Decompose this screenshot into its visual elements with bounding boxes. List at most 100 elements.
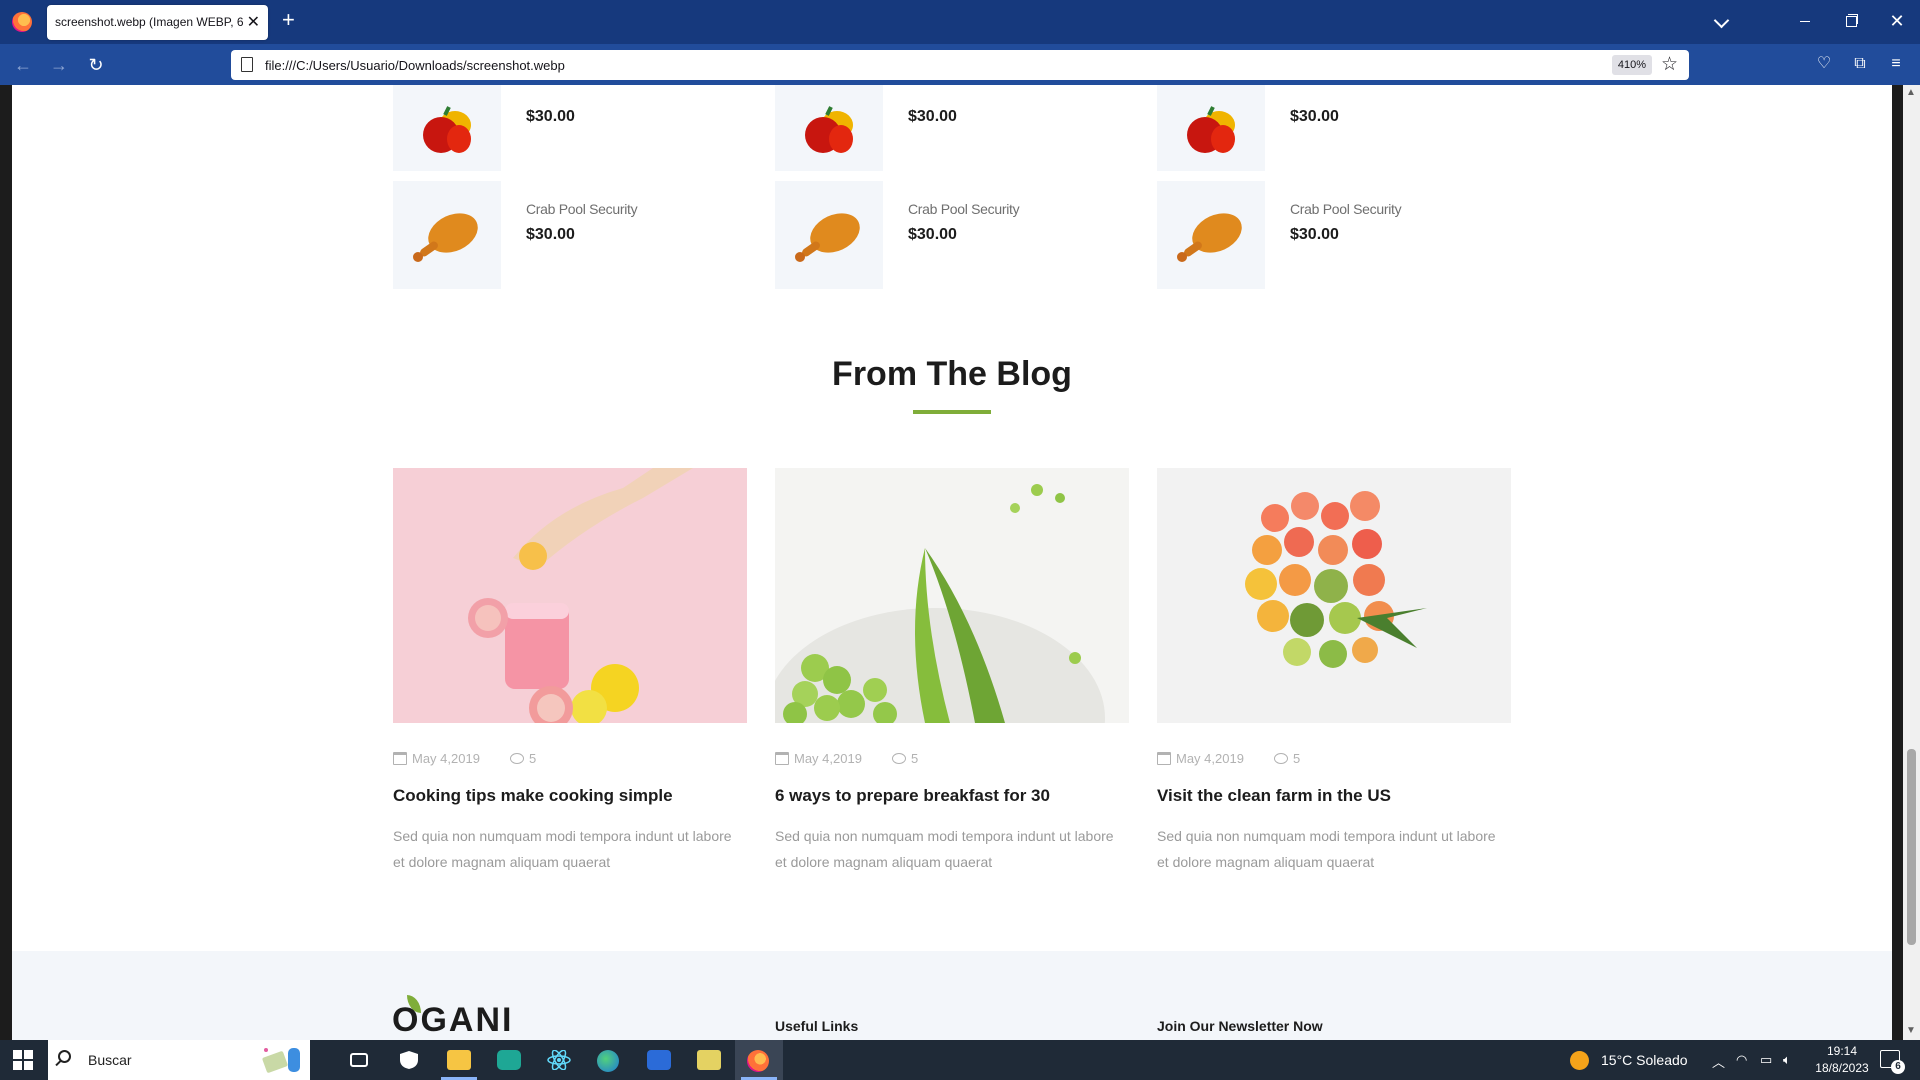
calendar-icon [393, 752, 407, 765]
page-viewport: $30.00 $30.00 $30.00 Crab Pool Security … [0, 85, 1920, 1040]
vertical-scrollbar[interactable]: ▲ ▼ [1903, 85, 1920, 1040]
blog-post-card[interactable]: May 4,2019 5 6 ways to prepare breakfast… [775, 468, 1129, 870]
product-item[interactable]: Crab Pool Security $30.00 [1157, 181, 1537, 291]
windows-start-icon[interactable] [13, 1050, 33, 1070]
blog-post-title[interactable]: Visit the clean farm in the US [1157, 786, 1517, 806]
forward-arrow-icon[interactable]: → [48, 54, 70, 76]
file-explorer-icon[interactable] [435, 1040, 483, 1080]
windows-taskbar: Buscar 15°C Soleado ︿ ◠ ▭ 🔈︎ 19:14 18/8/… [0, 1040, 1920, 1080]
window-close-button[interactable]: ✕ [1874, 10, 1920, 34]
taskbar-search-box[interactable]: Buscar [48, 1040, 310, 1080]
product-price: $30.00 [908, 226, 957, 243]
product-name[interactable]: Crab Pool Security [1290, 201, 1402, 217]
react-atom-icon[interactable] [535, 1040, 583, 1080]
bell-pepper-icon [1187, 106, 1235, 153]
blog-post-image-citrus-slices[interactable] [1157, 468, 1511, 723]
back-arrow-icon[interactable]: ← [12, 54, 34, 76]
tray-expand-chevron-icon[interactable]: ︿ [1712, 1052, 1725, 1071]
webpage-content: $30.00 $30.00 $30.00 Crab Pool Security … [12, 85, 1892, 1040]
scroll-up-arrow-icon[interactable]: ▲ [1906, 87, 1916, 98]
clock-date[interactable]: 18/8/2023 [1806, 1061, 1878, 1075]
hamburger-menu-icon[interactable]: ≡ [1884, 52, 1908, 76]
scroll-down-arrow-icon[interactable]: ▼ [1906, 1025, 1916, 1036]
weather-status[interactable]: 15°C Soleado [1601, 1052, 1688, 1068]
heading-underline [913, 410, 991, 414]
footer-newsletter-heading: Join Our Newsletter Now [1157, 1018, 1323, 1034]
new-tab-button[interactable]: + [282, 9, 295, 31]
calendar-icon [1157, 752, 1171, 765]
url-text[interactable]: file:///C:/Users/Usuario/Downloads/scree… [265, 58, 565, 73]
vscode-purple-app-icon[interactable] [485, 1040, 533, 1080]
remote-desktop-icon[interactable] [635, 1040, 683, 1080]
blog-post-image-pink-drink[interactable] [393, 468, 747, 723]
zoom-level-badge[interactable]: 410% [1612, 55, 1652, 75]
product-name[interactable]: Crab Pool Security [908, 201, 1020, 217]
list-all-tabs-chevron-icon[interactable] [1712, 12, 1732, 32]
product-name[interactable]: Crab Pool Security [526, 201, 638, 217]
blog-post-card[interactable]: May 4,2019 5 Cooking tips make cooking s… [393, 468, 747, 870]
scrollbar-thumb[interactable] [1907, 749, 1916, 945]
product-item[interactable]: $30.00 [775, 85, 1155, 173]
reload-icon[interactable]: ↻ [85, 54, 107, 76]
extensions-icon[interactable]: ⧉ [1848, 52, 1872, 76]
product-image [393, 181, 501, 289]
blog-section-heading: From The Blog [832, 355, 1072, 393]
comment-icon [892, 753, 906, 764]
firefox-taskbar-icon[interactable] [735, 1040, 783, 1080]
window-minimize-button[interactable] [1782, 10, 1828, 34]
product-item[interactable]: $30.00 [1157, 85, 1537, 173]
tab-title: screenshot.webp (Imagen WEBP, 68 [55, 15, 243, 29]
task-view-icon[interactable] [335, 1040, 383, 1080]
blog-post-image-green-peas[interactable] [775, 468, 1129, 723]
chicken-leg-icon [795, 213, 860, 262]
address-bar[interactable]: file:///C:/Users/Usuario/Downloads/scree… [231, 50, 1689, 80]
product-price: $30.00 [1290, 108, 1339, 125]
blog-post-title[interactable]: Cooking tips make cooking simple [393, 786, 753, 806]
product-image [393, 85, 501, 171]
comment-count: 5 [1293, 751, 1301, 766]
footer-logo[interactable]: OGANI [392, 1001, 513, 1040]
chicken-leg-icon [413, 213, 478, 262]
clock-time[interactable]: 19:14 [1812, 1044, 1872, 1058]
volume-speaker-icon[interactable]: 🔈︎ [1783, 1052, 1791, 1068]
windows-security-icon[interactable] [385, 1040, 433, 1080]
blog-post-excerpt: Sed quia non numquam modi tempora indunt… [393, 828, 732, 870]
blog-post-excerpt: Sed quia non numquam modi tempora indunt… [1157, 828, 1496, 870]
firefox-logo-icon[interactable] [12, 12, 32, 32]
comment-count: 5 [529, 751, 537, 766]
page-icon [241, 57, 253, 72]
product-item[interactable]: Crab Pool Security $30.00 [393, 181, 773, 291]
bookmark-star-icon[interactable]: ☆ [1661, 53, 1678, 76]
post-date: May 4,2019 [1176, 751, 1244, 766]
product-price: $30.00 [526, 108, 575, 125]
product-item[interactable]: Crab Pool Security $30.00 [775, 181, 1155, 291]
battery-icon[interactable]: ▭ [1760, 1052, 1772, 1068]
edge-browser-icon[interactable] [585, 1040, 633, 1080]
product-item[interactable]: $30.00 [393, 85, 773, 173]
product-image [775, 181, 883, 289]
pocket-icon[interactable]: ♡ [1812, 52, 1836, 76]
notepad-app-icon[interactable] [685, 1040, 733, 1080]
bell-pepper-icon [805, 106, 853, 153]
weather-sun-icon[interactable] [1570, 1051, 1589, 1070]
window-restore-button[interactable] [1828, 10, 1874, 34]
browser-navigation-bar: ← → ↻ file:///C:/Users/Usuario/Downloads… [0, 44, 1920, 85]
blog-post-card[interactable]: May 4,2019 5 Visit the clean farm in the… [1157, 468, 1511, 870]
product-image [775, 85, 883, 171]
blog-post-meta: May 4,2019 5 [1157, 751, 1511, 769]
chicken-leg-icon [1177, 213, 1242, 262]
browser-tab-bar: screenshot.webp (Imagen WEBP, 68 ✕ + ✕ [0, 0, 1920, 44]
browser-tab-active[interactable]: screenshot.webp (Imagen WEBP, 68 ✕ [47, 5, 268, 40]
tab-close-icon[interactable]: ✕ [247, 12, 260, 32]
comment-icon [1274, 753, 1288, 764]
blog-post-meta: May 4,2019 5 [775, 751, 1129, 769]
calendar-icon [775, 752, 789, 765]
site-footer: OGANI Useful Links Join Our Newsletter N… [12, 951, 1892, 1040]
network-wifi-icon[interactable]: ◠ [1736, 1052, 1747, 1068]
product-price: $30.00 [908, 108, 957, 125]
comment-icon [510, 753, 524, 764]
product-price: $30.00 [526, 226, 575, 243]
notification-count-badge: 6 [1891, 1060, 1905, 1074]
blog-post-title[interactable]: 6 ways to prepare breakfast for 30 [775, 786, 1135, 806]
product-image [1157, 181, 1265, 289]
